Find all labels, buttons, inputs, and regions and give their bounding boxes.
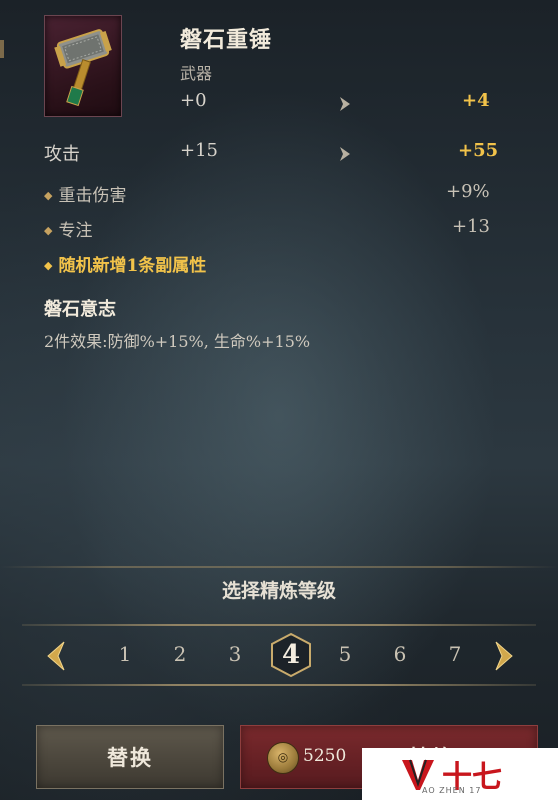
diamond-bullet-icon: ◆ xyxy=(44,189,53,202)
panel-divider xyxy=(0,566,558,568)
set-bonus-description: 2件效果:防御%+15%, 生命%+15% xyxy=(44,332,311,351)
item-icon-frame[interactable] xyxy=(44,15,122,117)
main-stat-current: +15 xyxy=(180,140,218,161)
level-current: +0 xyxy=(180,90,207,111)
item-type: 武器 xyxy=(180,64,213,83)
refine-level-2[interactable]: 2 xyxy=(165,642,195,666)
arrow-right-icon xyxy=(338,146,352,162)
item-name: 磐石重锤 xyxy=(180,27,273,53)
replace-button[interactable]: 替换 xyxy=(36,725,224,789)
main-stat-next: +55 xyxy=(458,140,499,161)
sub-stat-row: ◆ 重击伤害 xyxy=(44,181,126,206)
refine-level-1[interactable]: 1 xyxy=(110,642,140,666)
set-bonus-title: 磐石意志 xyxy=(44,299,116,320)
sub-stat-value: +13 xyxy=(452,216,490,237)
coin-icon: ◎ xyxy=(267,742,299,774)
chevron-left-icon[interactable] xyxy=(42,640,68,672)
random-note-text: 随机新增1条副属性 xyxy=(58,256,207,276)
replace-button-label: 替换 xyxy=(107,745,153,770)
refine-level-6[interactable]: 6 xyxy=(385,642,415,666)
hammer-icon xyxy=(54,29,112,107)
refine-level-selector: 1 2 3 4 5 6 7 xyxy=(22,618,536,692)
arrow-right-icon xyxy=(338,96,352,112)
selected-level-value: 4 xyxy=(281,640,301,670)
watermark: 十七 AO ZHEN 17 xyxy=(362,748,558,800)
sub-stat-row: ◆ 专注 xyxy=(44,216,92,241)
refine-level-prompt: 选择精炼等级 xyxy=(221,580,336,602)
watermark-subtext: AO ZHEN 17 xyxy=(422,786,482,795)
refine-level-4-selected[interactable]: 4 xyxy=(269,632,313,678)
refine-cost: 5250 xyxy=(303,746,347,766)
left-edge-marker xyxy=(0,40,4,58)
diamond-bullet-icon: ◆ xyxy=(44,259,53,272)
chevron-right-icon[interactable] xyxy=(492,640,518,672)
sub-stat-label: 专注 xyxy=(58,221,93,241)
refine-level-3[interactable]: 3 xyxy=(220,642,250,666)
sub-stat-label: 重击伤害 xyxy=(58,186,127,206)
diamond-bullet-icon: ◆ xyxy=(44,224,53,237)
sub-stat-value: +9% xyxy=(446,181,490,202)
level-next: +4 xyxy=(462,90,490,111)
main-stat-label: 攻击 xyxy=(44,144,80,165)
random-substat-note: ◆ 随机新增1条副属性 xyxy=(44,251,206,276)
refine-level-5[interactable]: 5 xyxy=(330,642,360,666)
refine-level-7[interactable]: 7 xyxy=(440,642,470,666)
